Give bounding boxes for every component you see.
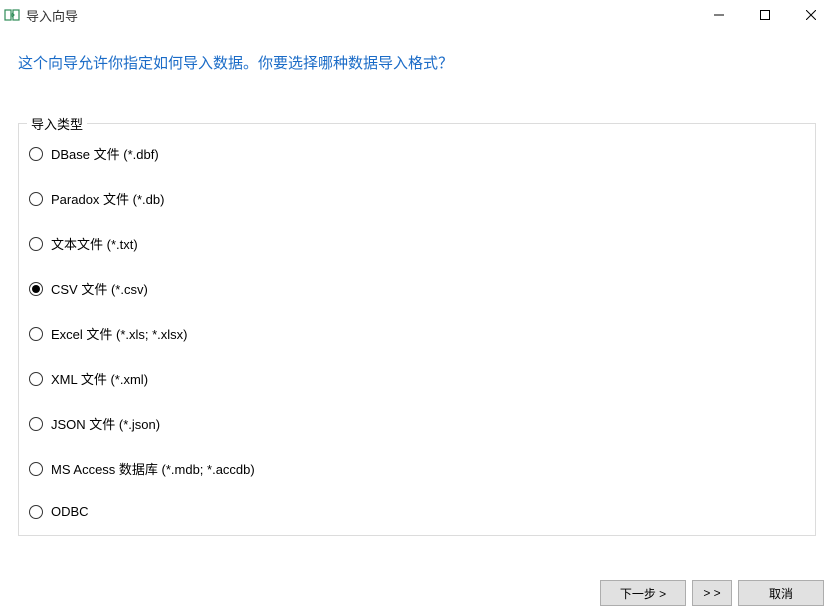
radio-icon — [29, 147, 43, 161]
radio-option-6[interactable]: JSON 文件 (*.json) — [29, 414, 805, 433]
radio-option-4[interactable]: Excel 文件 (*.xls; *.xlsx) — [29, 324, 805, 343]
radio-label: 文本文件 (*.txt) — [51, 234, 138, 253]
wizard-footer: 下一步 > > > 取消 — [600, 580, 824, 606]
window-controls — [696, 0, 834, 30]
radio-icon — [29, 282, 43, 296]
radio-label: XML 文件 (*.xml) — [51, 369, 148, 388]
cancel-button[interactable]: 取消 — [738, 580, 824, 606]
radio-option-1[interactable]: Paradox 文件 (*.db) — [29, 189, 805, 208]
radio-label: DBase 文件 (*.dbf) — [51, 144, 159, 163]
radio-icon — [29, 505, 43, 519]
titlebar: 导入向导 — [0, 0, 834, 30]
radio-label: JSON 文件 (*.json) — [51, 414, 160, 433]
radio-label: Paradox 文件 (*.db) — [51, 189, 164, 208]
radio-label: Excel 文件 (*.xls; *.xlsx) — [51, 324, 188, 343]
maximize-button[interactable] — [742, 0, 788, 30]
radio-option-5[interactable]: XML 文件 (*.xml) — [29, 369, 805, 388]
radio-icon — [29, 372, 43, 386]
app-icon — [4, 7, 20, 23]
radio-icon — [29, 327, 43, 341]
close-button[interactable] — [788, 0, 834, 30]
group-legend: 导入类型 — [27, 114, 87, 133]
radio-option-8[interactable]: ODBC — [29, 504, 805, 519]
wizard-instruction: 这个向导允许你指定如何导入数据。你要选择哪种数据导入格式？ — [0, 30, 834, 73]
radio-option-0[interactable]: DBase 文件 (*.dbf) — [29, 144, 805, 163]
minimize-button[interactable] — [696, 0, 742, 30]
radio-option-7[interactable]: MS Access 数据库 (*.mdb; *.accdb) — [29, 459, 805, 478]
radio-icon — [29, 462, 43, 476]
radio-option-2[interactable]: 文本文件 (*.txt) — [29, 234, 805, 253]
radio-icon — [29, 237, 43, 251]
radio-label: ODBC — [51, 504, 89, 519]
radio-icon — [29, 417, 43, 431]
radio-label: CSV 文件 (*.csv) — [51, 279, 148, 298]
next-button[interactable]: 下一步 > — [600, 580, 686, 606]
radio-label: MS Access 数据库 (*.mdb; *.accdb) — [51, 459, 255, 478]
radio-list: DBase 文件 (*.dbf) Paradox 文件 (*.db) 文本文件 (*… — [29, 142, 805, 519]
import-type-group: 导入类型 DBase 文件 (*.dbf)Paradox 文件 (*.db)文本… — [18, 123, 816, 536]
skip-button[interactable]: > > — [692, 580, 732, 606]
radio-option-3[interactable]: CSV 文件 (*.csv) — [29, 279, 805, 298]
window-title: 导入向导 — [26, 6, 696, 25]
radio-icon — [29, 192, 43, 206]
